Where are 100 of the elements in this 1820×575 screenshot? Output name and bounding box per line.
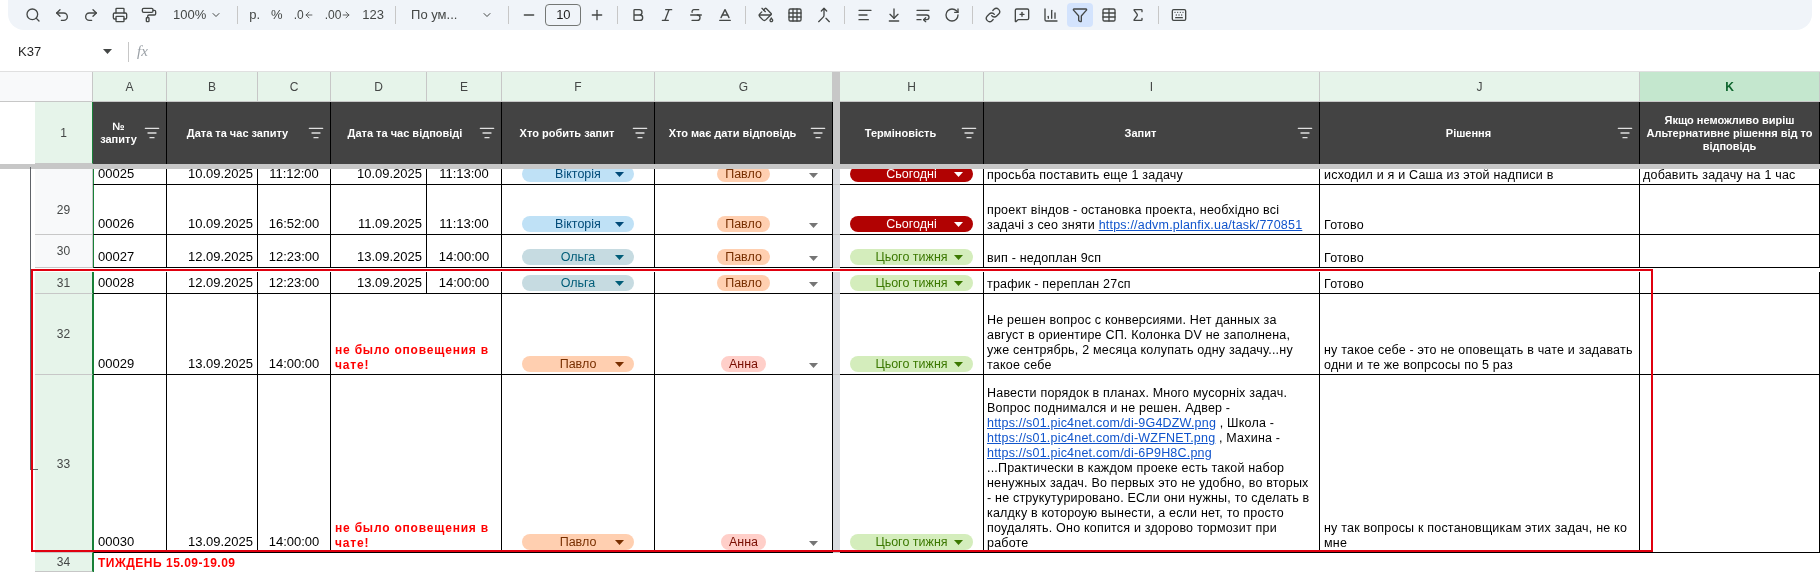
column-header[interactable]: J [1320,72,1640,102]
link[interactable]: https://s01.pic4net.com/di-WZFNET.png [987,431,1216,445]
dropdown-arrow-icon [809,173,818,178]
column-header[interactable]: I [984,72,1320,102]
requester-chip[interactable]: Павло [522,534,634,550]
filter-icon[interactable] [632,125,648,141]
solution-text: Готово [1324,218,1364,233]
zoom-dropdown[interactable]: 100% [165,3,231,27]
requester-chip[interactable]: Павло [522,356,634,372]
column-header[interactable]: H [840,72,984,102]
column-header[interactable]: F [502,72,655,102]
warning-note: не было оповещения в чате! [335,343,490,373]
request-text: вип - недоплан 9сп [987,251,1102,266]
header-cell: Рішення [1320,102,1640,164]
font-dropdown[interactable]: По ум... [403,3,502,27]
filter-icon[interactable] [1067,3,1094,27]
table-cell: 14:00:00 [258,375,331,553]
urgency-chip[interactable]: Цього тижня [850,275,973,291]
table-cell: 00027 [93,235,167,268]
row-number[interactable]: 1 [35,102,93,164]
link[interactable]: https://s01.pic4net.com/di-6P9H8C.png [987,446,1212,460]
header-cell: Хто має дати відповідь [655,102,833,164]
urgency-chip[interactable]: Сьогодні [850,169,973,182]
corner-cell[interactable] [0,72,93,102]
header-cell: Терміновість [840,102,984,164]
column-header[interactable]: E [427,72,502,102]
column-header[interactable]: B [167,72,258,102]
request-text: просьба поставить еще 1 задачу [987,169,1183,183]
table-cell: 00030 [93,375,167,553]
row-number[interactable]: 29 [35,185,93,235]
row-number[interactable]: 33 [35,375,93,553]
column-header[interactable]: C [258,72,331,102]
row-number[interactable]: 32 [35,294,93,375]
table-cell: 00029 [93,294,167,375]
requester-chip[interactable]: Ольга [522,249,634,265]
table-cell: 11:12:00 [258,169,331,185]
request-text: Не решен вопрос с конверсиями. Нет данных за август в ориентире СП. Колонка DV не заполнена, уже сентрябрь, 2 месяца колупать одну задачу...ну такое себе [987,313,1294,373]
requester-chip[interactable]: Вікторія [522,216,634,232]
filter-icon[interactable] [1617,125,1633,141]
row-number[interactable]: 30 [35,235,93,268]
urgency-chip[interactable]: Цього тижня [850,534,973,550]
arrow-left-icon [303,10,314,20]
requester-chip[interactable]: Вікторія [522,169,634,182]
font-size-field[interactable]: 10 [545,4,582,26]
dropdown-arrow-icon [809,541,818,546]
dropdown-arrow-icon [954,171,963,177]
row-number[interactable]: 31 [35,272,93,294]
header-cell: Запит [984,102,1320,164]
solution-text: ну такое себе - это не оповещать в чате и задавать одни и те же вопрсосы по 5 раз [1324,343,1634,373]
filter-icon[interactable] [308,125,324,141]
table-cell: 12.09.2025 [167,272,258,294]
column-header[interactable]: D [331,72,427,102]
responder-chip[interactable]: Анна [720,356,767,372]
decimal-decrease-button[interactable]: .0 [289,3,318,27]
link[interactable]: https://advm.planfix.ua/task/770851 [1098,218,1303,232]
dropdown-arrow-icon [615,539,624,545]
arrow-right-icon [341,10,352,20]
dropdown-arrow-icon [954,361,963,367]
filter-icon[interactable] [961,125,977,141]
responder-chip[interactable]: Павло [717,249,770,265]
table-cell: 14:00:00 [427,272,502,294]
name-box[interactable]: K37 [0,38,120,65]
link[interactable]: https://s01.pic4net.com/di-9G4DZW.png [987,416,1217,430]
header-cell: Якщо неможливо виріш Альтернативне рішення від то відповідь [1640,102,1820,164]
number-format-button[interactable]: 123 [358,3,389,27]
caret-icon [103,49,112,54]
column-header[interactable]: A [93,72,167,102]
table-cell: 11:13:00 [427,169,502,185]
currency-button[interactable]: р. [245,3,265,27]
filter-icon[interactable] [479,125,495,141]
column-header[interactable]: G [655,72,833,102]
dropdown-arrow-icon [809,223,818,228]
dropdown-arrow-icon [809,282,818,287]
dropdown-arrow-icon [615,221,624,227]
solution-text: Готово [1324,251,1364,266]
responder-chip[interactable]: Анна [720,534,767,550]
decimal-increase-button[interactable]: .00 [320,3,356,27]
dropdown-arrow-icon [954,539,963,545]
request-text: проект віндов - остановка проекта, необхідно всі задачі з сео зняти https://advm.planfix.ua/task/770851 [987,203,1304,233]
filter-icon[interactable] [1297,125,1313,141]
table-cell: 00025 [93,169,167,185]
solution-text: ну так вопросы к постановщикам этих задач, не ко мне [1324,521,1629,551]
table-cell: 13.09.2025 [167,294,258,375]
urgency-chip[interactable]: Цього тижня [850,356,973,372]
row-number[interactable]: 34 [35,553,93,572]
dropdown-arrow-icon [615,361,624,367]
requester-chip[interactable]: Ольга [522,275,634,291]
urgency-chip[interactable]: Цього тижня [850,249,973,265]
filter-icon[interactable] [144,125,160,141]
table-cell: 13.09.2025 [331,235,427,268]
responder-chip[interactable]: Павло [717,169,770,182]
table-cell: 13.09.2025 [167,375,258,553]
percent-button[interactable]: % [267,3,287,27]
responder-chip[interactable]: Павло [717,216,770,232]
urgency-chip[interactable]: Сьогодні [850,216,973,232]
column-header[interactable]: K [1640,72,1820,102]
filter-icon[interactable] [810,125,826,141]
responder-chip[interactable]: Павло [717,275,770,291]
table-cell: 12:23:00 [258,235,331,268]
table-cell: 10.09.2025 [331,169,427,185]
